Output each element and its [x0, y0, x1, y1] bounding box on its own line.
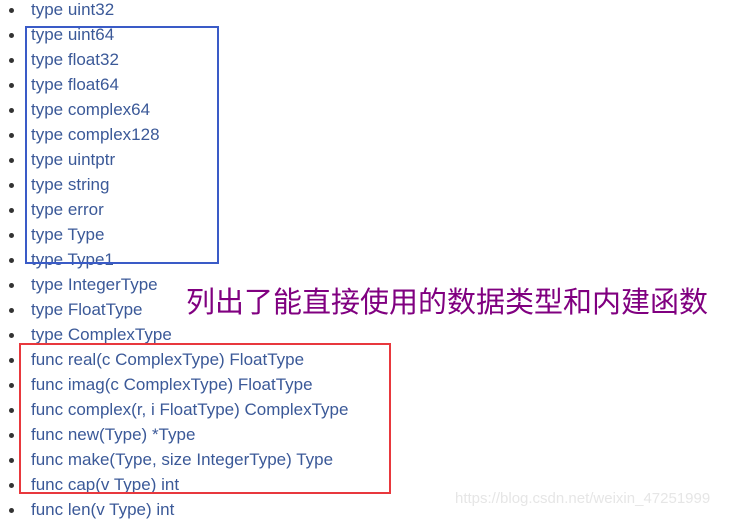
list-item-type-complex64: type complex64: [0, 97, 348, 122]
bullet-icon: [9, 33, 14, 38]
list-item-type-uint32: type uint32: [0, 0, 348, 22]
list-item-func-new: func new(Type) *Type: [0, 422, 348, 447]
bullet-icon: [9, 333, 14, 338]
link-func-complex[interactable]: func complex(r, i FloatType) ComplexType: [31, 400, 348, 419]
list-item-type-float32: type float32: [0, 47, 348, 72]
bullet-icon: [9, 133, 14, 138]
bullet-icon: [9, 83, 14, 88]
bullet-icon: [9, 433, 14, 438]
link-type-integertype[interactable]: type IntegerType: [31, 275, 158, 294]
bullet-icon: [9, 483, 14, 488]
list-item-type-complex128: type complex128: [0, 122, 348, 147]
link-type-float64[interactable]: type float64: [31, 75, 119, 94]
list-item-type-complextype: type ComplexType: [0, 322, 348, 347]
bullet-icon: [9, 383, 14, 388]
link-type-complextype[interactable]: type ComplexType: [31, 325, 172, 344]
list-item-type-error: type error: [0, 197, 348, 222]
bullet-icon: [9, 108, 14, 113]
list-item-func-cap: func cap(v Type) int: [0, 472, 348, 497]
link-type-uint64[interactable]: type uint64: [31, 25, 114, 44]
list-item-func-len: func len(v Type) int: [0, 497, 348, 519]
bullet-icon: [9, 308, 14, 313]
bullet-icon: [9, 183, 14, 188]
list-item-func-make: func make(Type, size IntegerType) Type: [0, 447, 348, 472]
link-type-float32[interactable]: type float32: [31, 50, 119, 69]
list-item-type-uintptr: type uintptr: [0, 147, 348, 172]
list-item-func-real: func real(c ComplexType) FloatType: [0, 347, 348, 372]
link-func-new[interactable]: func new(Type) *Type: [31, 425, 195, 444]
bullet-icon: [9, 158, 14, 163]
link-func-real[interactable]: func real(c ComplexType) FloatType: [31, 350, 304, 369]
bullet-icon: [9, 408, 14, 413]
list-item-type-string: type string: [0, 172, 348, 197]
link-type-floattype[interactable]: type FloatType: [31, 300, 143, 319]
annotation-text: 列出了能直接使用的数据类型和内建函数: [186, 285, 709, 319]
link-type-uint32[interactable]: type uint32: [31, 0, 114, 19]
link-type-type[interactable]: type Type: [31, 225, 104, 244]
link-type-type1[interactable]: type Type1: [31, 250, 114, 269]
bullet-icon: [9, 8, 14, 13]
builtin-declarations-list: type uint32 type uint64 type float32 typ…: [0, 0, 348, 519]
list-item-type-float64: type float64: [0, 72, 348, 97]
bullet-icon: [9, 358, 14, 363]
link-type-error[interactable]: type error: [31, 200, 104, 219]
link-func-imag[interactable]: func imag(c ComplexType) FloatType: [31, 375, 313, 394]
bullet-icon: [9, 233, 14, 238]
link-func-len[interactable]: func len(v Type) int: [31, 500, 174, 519]
list-item-type-uint64: type uint64: [0, 22, 348, 47]
link-type-uintptr[interactable]: type uintptr: [31, 150, 115, 169]
watermark: https://blog.csdn.net/weixin_47251999: [455, 490, 711, 507]
link-func-make[interactable]: func make(Type, size IntegerType) Type: [31, 450, 333, 469]
list-item-type-type1: type Type1: [0, 247, 348, 272]
bullet-icon: [9, 208, 14, 213]
bullet-icon: [9, 508, 14, 513]
bullet-icon: [9, 258, 14, 263]
link-func-cap[interactable]: func cap(v Type) int: [31, 475, 179, 494]
list-item-type-type: type Type: [0, 222, 348, 247]
link-type-string[interactable]: type string: [31, 175, 109, 194]
bullet-icon: [9, 283, 14, 288]
list-item-func-complex: func complex(r, i FloatType) ComplexType: [0, 397, 348, 422]
link-type-complex64[interactable]: type complex64: [31, 100, 150, 119]
list-item-func-imag: func imag(c ComplexType) FloatType: [0, 372, 348, 397]
bullet-icon: [9, 58, 14, 63]
link-type-complex128[interactable]: type complex128: [31, 125, 160, 144]
bullet-icon: [9, 458, 14, 463]
